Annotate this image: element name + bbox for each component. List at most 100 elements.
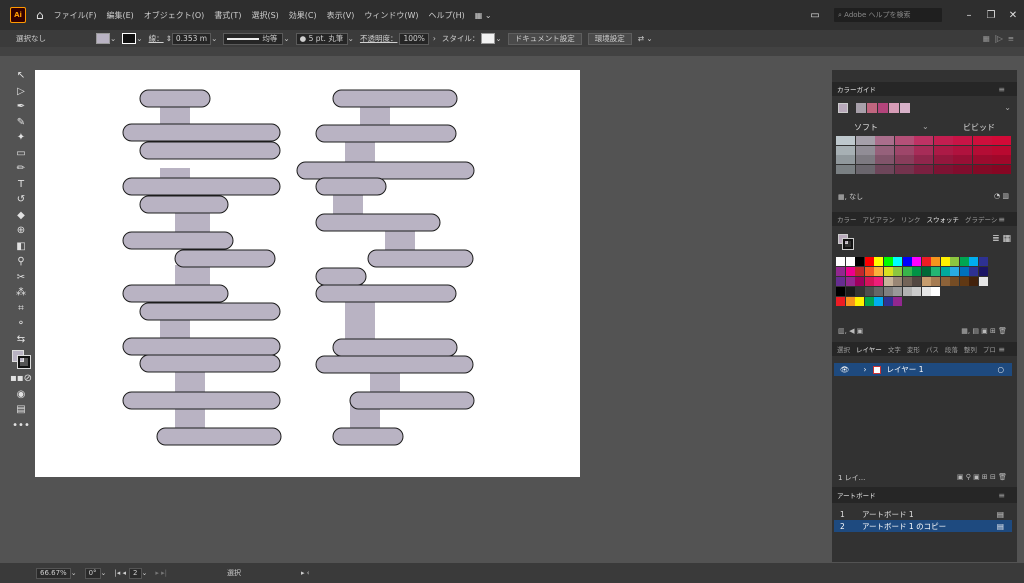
swatch-cell[interactable] <box>883 257 893 266</box>
color-variation-cell[interactable] <box>836 145 855 155</box>
next-artboard-icon[interactable]: ▸ ▸| <box>155 569 167 577</box>
selection-tool-icon[interactable]: ↖ <box>11 68 31 84</box>
swatch-cell[interactable] <box>950 277 959 286</box>
swatch-cell[interactable] <box>874 267 883 276</box>
swatch-cell[interactable] <box>940 257 950 266</box>
swatch-cell[interactable] <box>864 287 874 296</box>
color-variation-cell[interactable] <box>933 155 953 164</box>
gradient-tool-icon[interactable]: ◧ <box>11 239 31 255</box>
color-variation-cell[interactable] <box>933 164 953 174</box>
layer-actions-icon[interactable]: ▣ ⚲ ▣ ⊞ ⊟ 🗑 <box>957 473 1007 481</box>
swatch-library-icon[interactable]: ▦, <box>838 193 847 201</box>
tab-paragraph[interactable]: 段落 <box>945 344 958 354</box>
panel-menu-icon[interactable]: ≡ <box>998 215 1005 224</box>
base-color-swatch[interactable] <box>838 103 848 113</box>
view-toggle-icon[interactable]: ≣ ▦ <box>992 234 1011 244</box>
color-variation-cell[interactable] <box>972 136 992 145</box>
swatch-cell[interactable] <box>921 267 931 276</box>
swatch-cell[interactable] <box>921 277 931 286</box>
first-artboard-icon[interactable]: |◂ ◂ <box>114 569 126 577</box>
tab-artboards[interactable]: アートボード <box>837 490 876 500</box>
swatch-cell[interactable] <box>836 277 845 286</box>
more-tools-icon[interactable]: ••• <box>11 418 31 434</box>
color-variation-cell[interactable] <box>914 136 933 145</box>
swatch-cell[interactable] <box>864 267 874 276</box>
color-variation-cell[interactable] <box>894 145 914 155</box>
color-mode-icon[interactable]: ▪▪⊘ <box>10 371 32 387</box>
color-variation-cell[interactable] <box>914 155 933 164</box>
minimize-button[interactable]: – <box>958 10 980 21</box>
swatch-cell[interactable] <box>893 287 902 296</box>
layer-row[interactable]: 👁 › レイヤー 1 ○ <box>834 363 1012 376</box>
swatch-grid[interactable] <box>836 257 1006 307</box>
stroke-swatch[interactable] <box>122 33 137 44</box>
swatch-cell[interactable] <box>931 277 940 286</box>
harmony-rule[interactable] <box>856 103 911 113</box>
chevron-down-icon[interactable]: ⌄ <box>1004 103 1011 112</box>
color-variation-cell[interactable] <box>855 145 875 155</box>
swatch-cell[interactable] <box>874 297 883 306</box>
pencil-tool-icon[interactable]: ✏ <box>11 161 31 177</box>
artboard-number-field[interactable]: 2 <box>129 567 142 579</box>
fill-stroke-indicator[interactable] <box>11 347 31 371</box>
rotate-tool-icon[interactable]: ↺ <box>11 192 31 208</box>
color-variation-cell[interactable] <box>875 136 894 145</box>
swatch-cell[interactable] <box>969 267 978 276</box>
chevron-right-icon[interactable]: › <box>433 34 436 43</box>
color-variation-cell[interactable] <box>953 145 972 155</box>
chevron-down-icon[interactable]: ⌄ <box>922 122 929 131</box>
current-tool-status[interactable]: 選択 <box>227 568 241 578</box>
arrange-documents-icon[interactable]: ⇄ ⌄ <box>638 34 653 43</box>
swatch-cell[interactable] <box>864 297 874 306</box>
harmony-swatch[interactable] <box>900 103 910 113</box>
tab-color-guide[interactable]: カラーガイド <box>837 84 876 94</box>
swatch-cell[interactable] <box>969 257 978 266</box>
menu-file[interactable]: ファイル(F) <box>54 10 97 21</box>
tab-selection[interactable]: 選択 <box>837 344 850 354</box>
color-variation-cell[interactable] <box>992 164 1011 174</box>
swatch-cell[interactable] <box>855 267 864 276</box>
color-variation-cell[interactable] <box>875 164 894 174</box>
swatch-cell[interactable] <box>931 257 940 266</box>
swatch-cell[interactable] <box>912 257 921 266</box>
tab-align[interactable]: 整列 <box>964 344 977 354</box>
harmony-swatch[interactable] <box>867 103 877 113</box>
color-variation-cell[interactable] <box>914 164 933 174</box>
brush-select[interactable]: ● 5 pt. 丸筆 <box>295 32 348 45</box>
panel-controls-icon[interactable]: ▦ |▷ ≡ <box>983 34 1014 43</box>
direct-selection-tool-icon[interactable]: ▷ <box>11 84 31 100</box>
chevron-down-icon[interactable]: ⌄ <box>142 569 148 577</box>
color-variation-cell[interactable] <box>894 155 914 164</box>
swatch-cell[interactable] <box>950 267 959 276</box>
swatch-cell[interactable] <box>836 297 845 306</box>
tab-properties[interactable]: プロ <box>983 344 996 354</box>
swatch-cell[interactable] <box>893 277 902 286</box>
swatch-cell[interactable] <box>883 297 893 306</box>
color-variation-cell[interactable] <box>972 155 992 164</box>
panel-toggle-icon[interactable]: ▭ <box>804 10 826 21</box>
stroke-color-icon[interactable] <box>17 355 31 369</box>
swatch-cell[interactable] <box>883 287 893 296</box>
stroke-swatch-indicator[interactable] <box>842 238 854 250</box>
eyedropper-tool-icon[interactable]: ⚲ <box>11 254 31 270</box>
swatch-cell[interactable] <box>836 257 845 266</box>
swatch-cell[interactable] <box>978 267 988 276</box>
workspace-switcher-icon[interactable]: ▦ ⌄ <box>475 11 492 20</box>
swatch-cell[interactable] <box>912 277 921 286</box>
color-variation-cell[interactable] <box>953 155 972 164</box>
color-variation-cell[interactable] <box>855 164 875 174</box>
color-variation-cell[interactable] <box>953 136 972 145</box>
chevron-down-icon[interactable]: ⌄ <box>110 34 116 43</box>
chevron-down-icon[interactable]: ⌄ <box>101 569 107 577</box>
curvature-tool-icon[interactable]: ✎ <box>11 115 31 131</box>
swatch-cell[interactable] <box>855 287 864 296</box>
color-variation-cell[interactable] <box>992 155 1011 164</box>
color-variation-cell[interactable] <box>836 136 855 145</box>
artboard-options-icon[interactable]: ▤ <box>997 510 1004 519</box>
status-arrow-icon[interactable]: ▸ ‹ <box>301 569 310 577</box>
harmony-swatch[interactable] <box>889 103 899 113</box>
stroke-profile-select[interactable]: 均等 <box>223 32 284 45</box>
tab-character[interactable]: 文字 <box>888 344 901 354</box>
tab-color[interactable]: カラー <box>837 214 857 224</box>
panel-menu-icon[interactable]: ≡ <box>998 491 1005 500</box>
